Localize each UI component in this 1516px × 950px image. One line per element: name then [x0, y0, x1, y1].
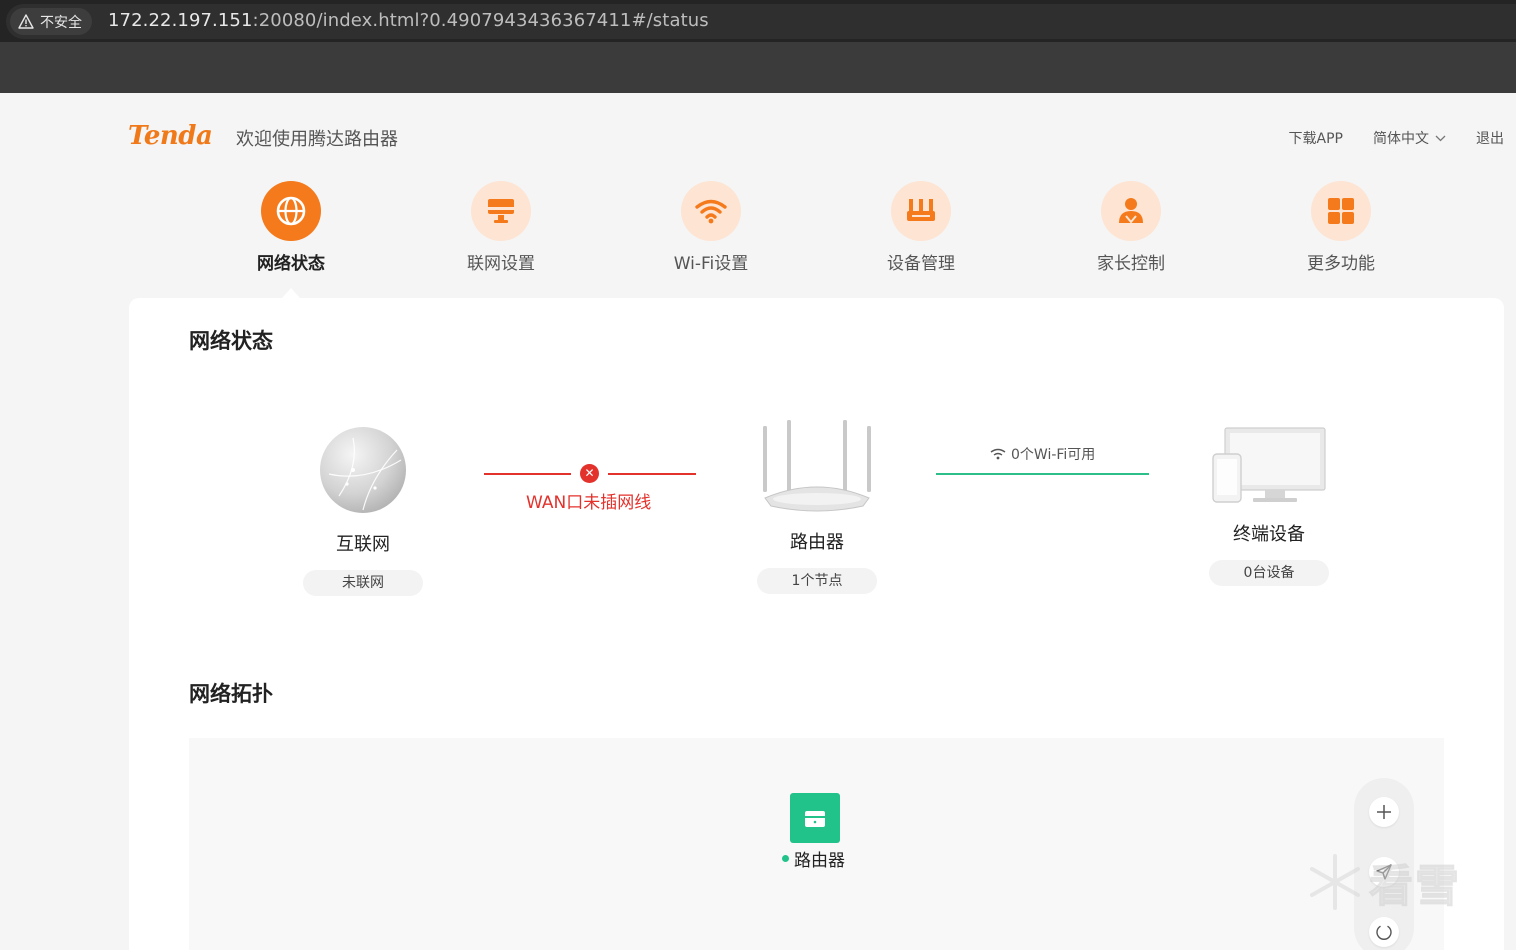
url-text[interactable]: 172.22.197.151:20080/index.html?0.490794…: [108, 10, 709, 31]
globe-icon: [261, 181, 321, 241]
logout-link[interactable]: 退出: [1476, 128, 1504, 148]
plus-icon: [1377, 805, 1391, 819]
online-dot-icon: [782, 855, 789, 862]
tab-parental-control[interactable]: 家长控制: [1026, 181, 1236, 274]
router-status-pill: 1个节点: [757, 568, 877, 594]
browser-chrome: 不安全 172.22.197.151:20080/index.html?0.49…: [0, 0, 1516, 93]
terminal-devices-node[interactable]: 终端设备 0台设备: [1189, 426, 1349, 586]
security-chip[interactable]: 不安全: [10, 8, 92, 35]
tenda-logo: Tenda: [128, 121, 213, 151]
tab-more-features[interactable]: 更多功能: [1236, 181, 1446, 274]
router-device-icon: [891, 181, 951, 241]
topology-title: 网络拓扑: [189, 682, 273, 706]
refresh-icon: [1376, 925, 1392, 940]
active-tab-pointer: [282, 288, 300, 298]
send-icon: [1376, 864, 1392, 880]
tab-internet-settings[interactable]: 联网设置: [396, 181, 606, 274]
internet-name: 互联网: [336, 534, 390, 555]
refresh-button[interactable]: [1369, 917, 1399, 947]
download-app-link[interactable]: 下载APP: [1289, 128, 1343, 148]
wan-error-text: WAN口未插网线: [526, 493, 652, 513]
chevron-down-icon: [1435, 135, 1446, 141]
tab-label: 更多功能: [1307, 254, 1375, 274]
topology-canvas[interactable]: 路由器: [189, 738, 1444, 950]
tab-label: 家长控制: [1097, 254, 1165, 274]
wan-link-line-left: [484, 473, 571, 475]
router-image-icon: [763, 420, 871, 512]
zoom-in-button[interactable]: [1369, 797, 1399, 827]
wifi-icon: [681, 181, 741, 241]
locate-button[interactable]: [1369, 857, 1399, 887]
top-nav: 下载APP 简体中文 退出: [1289, 128, 1504, 148]
grid-icon: [1311, 181, 1371, 241]
browser-address-bar: 不安全 172.22.197.151:20080/index.html?0.49…: [0, 0, 1516, 42]
monitor-icon: [471, 181, 531, 241]
tab-label: 设备管理: [887, 254, 955, 274]
internet-status-pill: 未联网: [303, 570, 423, 596]
topology-toolbar: [1354, 778, 1414, 950]
tab-device-management[interactable]: 设备管理: [816, 181, 1026, 274]
router-node[interactable]: 路由器 1个节点: [737, 420, 897, 594]
internet-node[interactable]: 互联网 未联网: [283, 426, 443, 596]
tab-network-status[interactable]: 网络状态: [186, 181, 396, 274]
logout-label: 退出: [1476, 131, 1504, 147]
router-admin-page: Tenda 欢迎使用腾达路由器 下载APP 简体中文 退出 网络状态 联网设置 …: [0, 93, 1516, 950]
welcome-text: 欢迎使用腾达路由器: [236, 129, 398, 150]
router-name: 路由器: [790, 532, 844, 553]
network-status-title: 网络状态: [189, 329, 273, 353]
warning-icon: [18, 14, 34, 29]
tab-label: 网络状态: [257, 254, 325, 274]
tab-label: Wi-Fi设置: [673, 254, 749, 274]
language-label: 简体中文: [1373, 131, 1429, 147]
wifi-small-icon: [990, 448, 1006, 460]
internet-globe-icon: [320, 427, 406, 513]
wifi-available-text: 0个Wi-Fi可用: [1011, 447, 1096, 463]
wifi-link-line: [936, 473, 1149, 475]
download-app-label: 下载APP: [1288, 131, 1343, 147]
terminal-devices-name: 终端设备: [1233, 524, 1305, 545]
devices-icon: [1212, 427, 1326, 503]
topology-router-label: 路由器: [782, 846, 845, 871]
language-select[interactable]: 简体中文: [1373, 128, 1446, 148]
url-host: 172.22.197.151: [108, 10, 253, 31]
parent-icon: [1101, 181, 1161, 241]
security-label: 不安全: [40, 14, 82, 31]
wifi-available-label: 0个Wi-Fi可用: [990, 444, 1095, 464]
tab-wifi-settings[interactable]: Wi-Fi设置: [606, 181, 816, 274]
terminal-devices-status-pill: 0台设备: [1209, 560, 1329, 586]
topology-router-name: 路由器: [794, 851, 845, 871]
main-tabs: 网络状态 联网设置 Wi-Fi设置 设备管理 家长控制 更多功能: [186, 181, 1446, 281]
close-icon: ✕: [580, 464, 599, 483]
topology-router-node[interactable]: [790, 793, 840, 843]
content-card: 网络状态 互联网 未联网 ✕ WAN口未插网线 路由器 1个节点 0个Wi-Fi…: [129, 298, 1504, 950]
url-path: :20080/index.html?0.4907943436367411#/st…: [252, 10, 709, 31]
tab-label: 联网设置: [467, 254, 535, 274]
router-box-icon: [805, 811, 825, 827]
wan-link-line-right: [608, 473, 696, 475]
